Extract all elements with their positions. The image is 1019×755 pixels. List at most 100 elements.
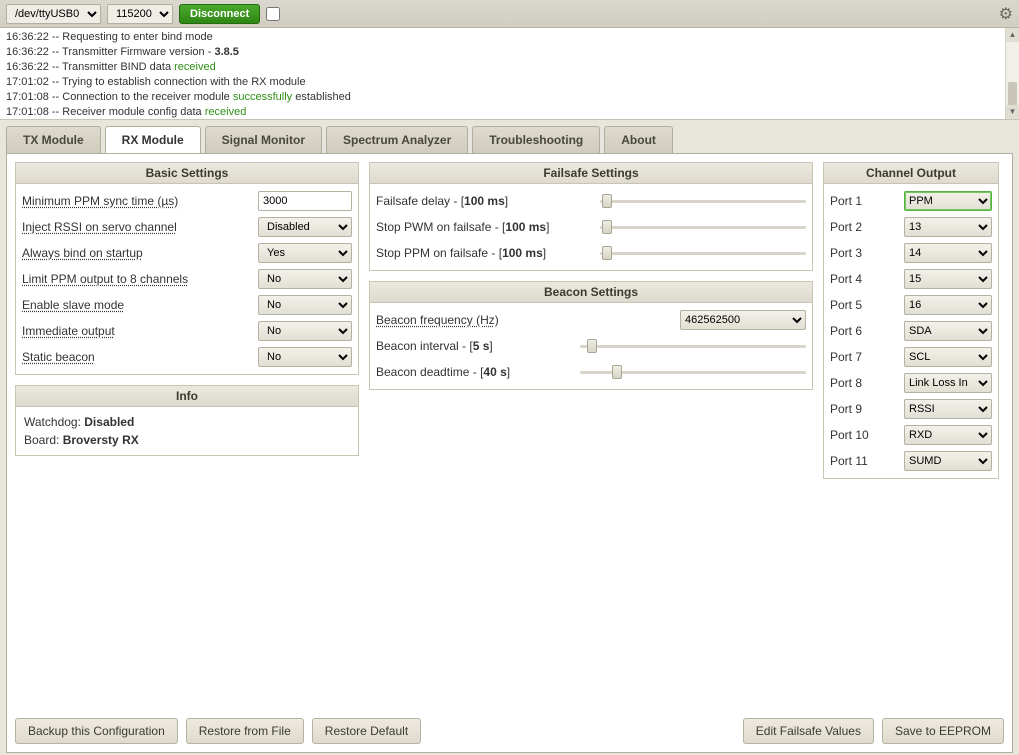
basic-row: Static beaconNo [22,344,352,370]
top-checkbox[interactable] [266,7,280,21]
failsafe-slider[interactable] [600,194,806,208]
log-scrollbar[interactable]: ▲ ▼ [1005,28,1019,119]
failsafe-row: Stop PPM on failsafe - [100 ms] [376,240,806,266]
basic-row: Always bind on startupYes [22,240,352,266]
port-select[interactable]: 13 [904,217,992,237]
setting-label: Always bind on startup [22,246,258,260]
log-area: 16:36:22 -- Requesting to enter bind mod… [0,28,1019,120]
basic-row: Enable slave modeNo [22,292,352,318]
watchdog-label: Watchdog: [24,415,84,429]
setting-select[interactable]: No [258,269,352,289]
failsafe-label: Failsafe delay - [100 ms] [376,194,592,208]
port-row: Port 9RSSI [830,396,992,422]
port-label: Port 6 [830,324,900,338]
port-label: Port 10 [830,428,900,442]
topbar: /dev/ttyUSB0 115200 Disconnect ⚙ [0,0,1019,28]
port-label: Port 8 [830,376,900,390]
port-select[interactable]: RXD [904,425,992,445]
backup-button[interactable]: Backup this Configuration [15,718,178,744]
beacon-deadtime-label: Beacon deadtime - [40 s] [376,365,572,379]
tab-bar: TX ModuleRX ModuleSignal MonitorSpectrum… [0,120,1019,153]
port-label: Port 11 [830,454,900,468]
setting-input[interactable] [258,191,352,211]
beacon-title: Beacon Settings [370,282,812,303]
basic-row: Minimum PPM sync time (µs) [22,188,352,214]
scroll-up-icon[interactable]: ▲ [1006,28,1019,42]
setting-select[interactable]: No [258,295,352,315]
failsafe-slider[interactable] [600,220,806,234]
beacon-interval-slider[interactable] [580,339,806,353]
port-select[interactable]: PPM [904,191,992,211]
gear-icon[interactable]: ⚙ [999,4,1013,24]
beacon-deadtime-slider[interactable] [580,365,806,379]
basic-row: Immediate outputNo [22,318,352,344]
port-row: Port 1 PPM [830,188,992,214]
setting-label: Static beacon [22,350,258,364]
port-select[interactable]: Link Loss In [904,373,992,393]
port-row: Port 11 SUMD [830,448,992,474]
failsafe-label: Stop PWM on failsafe - [100 ms] [376,220,592,234]
board-label: Board: [24,433,63,447]
failsafe-title: Failsafe Settings [370,163,812,184]
content: Basic Settings Minimum PPM sync time (µs… [6,153,1013,753]
tab-troubleshooting[interactable]: Troubleshooting [472,126,600,153]
restore-default-button[interactable]: Restore Default [312,718,421,744]
edit-failsafe-button[interactable]: Edit Failsafe Values [743,718,874,744]
save-eeprom-button[interactable]: Save to EEPROM [882,718,1004,744]
port-label: Port 2 [830,220,900,234]
port-select[interactable]: SUMD [904,451,992,471]
port-select[interactable]: SCL [904,347,992,367]
port-row: Port 8 Link Loss In [830,370,992,396]
port-row: Port 2 13 [830,214,992,240]
port-label: Port 4 [830,272,900,286]
info-title: Info [16,386,358,407]
port-select[interactable]: RSSI [904,399,992,419]
setting-select[interactable]: Yes [258,243,352,263]
port-select[interactable]: 15 [904,269,992,289]
port-select[interactable]: 16 [904,295,992,315]
log-line: 16:36:22 -- Requesting to enter bind mod… [6,30,1013,45]
restore-file-button[interactable]: Restore from File [186,718,304,744]
setting-label: Minimum PPM sync time (µs) [22,194,258,208]
basic-settings-panel: Basic Settings Minimum PPM sync time (µs… [15,162,359,375]
beacon-freq-label: Beacon frequency (Hz) [376,313,672,327]
setting-select[interactable]: No [258,347,352,367]
failsafe-slider[interactable] [600,246,806,260]
port-row: Port 10 RXD [830,422,992,448]
log-line: 17:01:08 -- Receiver module config data … [6,105,1013,120]
channel-output-title: Channel Output [824,163,998,184]
port-select[interactable]: 14 [904,243,992,263]
setting-label: Immediate output [22,324,258,338]
tab-about[interactable]: About [604,126,673,153]
port-select[interactable]: SDA [904,321,992,341]
tab-signal-monitor[interactable]: Signal Monitor [205,126,322,153]
port-row: Port 516 [830,292,992,318]
port-label: Port 7 [830,350,900,364]
connect-button[interactable]: Disconnect [179,4,260,24]
log-line: 16:36:22 -- Transmitter BIND data receiv… [6,60,1013,75]
bottom-bar: Backup this Configuration Restore from F… [15,718,1004,744]
beacon-freq-select[interactable]: 462562500 [680,310,806,330]
scroll-down-icon[interactable]: ▼ [1006,105,1019,119]
port-label: Port 1 [830,194,900,208]
baud-select[interactable]: 115200 [107,4,173,24]
info-panel: Info Watchdog: Disabled Board: Broversty… [15,385,359,456]
basic-row: Inject RSSI on servo channelDisabled [22,214,352,240]
tab-spectrum-analyzer[interactable]: Spectrum Analyzer [326,126,468,153]
log-line: 16:36:22 -- Transmitter Firmware version… [6,45,1013,60]
board-value: Broversty RX [63,433,139,447]
tab-tx-module[interactable]: TX Module [6,126,101,153]
port-label: Port 3 [830,246,900,260]
tab-rx-module[interactable]: RX Module [105,126,201,153]
watchdog-value: Disabled [84,415,134,429]
setting-select[interactable]: Disabled [258,217,352,237]
beacon-panel: Beacon Settings Beacon frequency (Hz) 46… [369,281,813,390]
basic-settings-title: Basic Settings [16,163,358,184]
setting-select[interactable]: No [258,321,352,341]
setting-label: Enable slave mode [22,298,258,312]
failsafe-label: Stop PPM on failsafe - [100 ms] [376,246,592,260]
beacon-interval-label: Beacon interval - [5 s] [376,339,572,353]
setting-label: Limit PPM output to 8 channels [22,272,258,286]
log-line: 17:01:02 -- Trying to establish connecti… [6,75,1013,90]
port-select[interactable]: /dev/ttyUSB0 [6,4,101,24]
